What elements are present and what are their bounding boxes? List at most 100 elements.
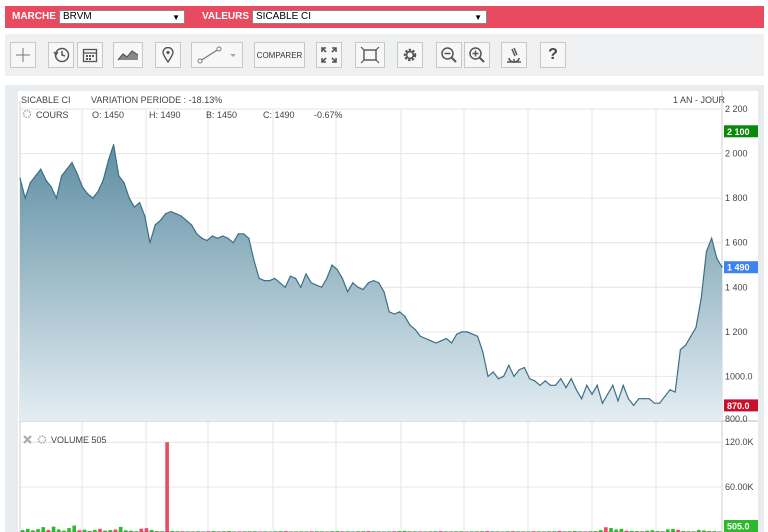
price-point — [409, 324, 411, 326]
price-point — [555, 384, 557, 386]
price-point — [513, 375, 515, 378]
price-point — [544, 380, 546, 382]
high-value: H: 1490 — [149, 110, 181, 120]
calendar-button[interactable] — [77, 42, 103, 68]
price-point — [295, 277, 297, 279]
chart-svg[interactable]: 2 200 2 000 1 800 1 600 1 400 1 200 1000.0 800.… — [18, 91, 758, 532]
frame-icon — [360, 46, 380, 64]
y-tick-label: 2 000 — [725, 149, 748, 159]
price-point — [243, 233, 245, 235]
price-point — [170, 210, 172, 213]
price-point — [118, 175, 120, 177]
price-point — [586, 384, 588, 386]
volume-bar — [41, 527, 46, 532]
price-point — [40, 168, 42, 170]
price-point — [66, 168, 68, 170]
price-point — [497, 378, 499, 380]
price-point — [456, 333, 458, 335]
price-point — [269, 280, 271, 282]
clock-icon — [53, 47, 70, 63]
price-point — [45, 179, 47, 181]
volume-bar — [144, 528, 149, 532]
price-point — [201, 237, 203, 239]
price-point — [419, 335, 421, 337]
price-point — [622, 384, 624, 386]
price-point — [503, 375, 505, 378]
price-point — [315, 284, 317, 286]
price-point — [633, 404, 635, 406]
price-point — [97, 190, 99, 193]
settings-icon[interactable] — [22, 109, 32, 119]
price-point — [326, 277, 328, 279]
chart-type-button[interactable] — [113, 42, 143, 68]
price-point — [253, 259, 255, 262]
calendar-icon — [82, 48, 98, 63]
market-select[interactable]: BRVM ▼ — [59, 10, 185, 24]
volume-bar — [51, 526, 56, 532]
price-point — [61, 175, 63, 177]
fullscreen-button[interactable] — [316, 42, 342, 68]
price-point — [445, 337, 447, 340]
price-point — [581, 398, 583, 400]
price-point — [664, 395, 666, 398]
price-point — [539, 384, 541, 386]
help-button[interactable]: ? — [540, 42, 566, 68]
price-point — [627, 398, 630, 400]
price-point — [711, 237, 713, 239]
compare-button[interactable]: COMPARER — [254, 42, 305, 68]
y-tick-label: 2 200 — [725, 104, 748, 114]
y-tick-label: 1 800 — [725, 193, 748, 203]
price-point — [596, 384, 598, 386]
volume-bar — [604, 527, 608, 532]
price-point — [690, 335, 692, 337]
price-point — [258, 277, 260, 279]
analysis-button[interactable] — [501, 42, 527, 68]
price-point — [383, 291, 385, 293]
price-point — [487, 375, 489, 378]
price-point — [700, 297, 702, 300]
price-point — [222, 235, 224, 237]
history-button[interactable] — [48, 42, 74, 68]
price-point — [679, 349, 682, 351]
price-point — [352, 282, 354, 284]
price-point — [274, 277, 276, 279]
zoom-in-button[interactable] — [464, 42, 490, 68]
min-price-label: 870.0 — [727, 401, 750, 411]
settings-button[interactable] — [397, 42, 423, 68]
price-point — [144, 215, 146, 217]
chart-area: 2 200 2 000 1 800 1 600 1 400 1 200 1000.0 800.… — [18, 91, 758, 532]
price-point — [591, 393, 593, 395]
price-point — [185, 219, 187, 222]
price-point — [612, 384, 614, 386]
price-point — [232, 242, 234, 244]
price-point — [508, 364, 510, 366]
marker-button[interactable] — [155, 42, 181, 68]
price-point — [76, 173, 78, 175]
price-point — [175, 213, 177, 215]
map-pin-icon — [162, 47, 174, 63]
values-label: VALEURS — [202, 11, 250, 22]
microscope-icon — [507, 47, 521, 63]
period-label[interactable]: 1 AN - JOUR — [673, 95, 726, 105]
price-point — [523, 366, 525, 369]
price-point — [284, 286, 286, 288]
price-point — [123, 181, 125, 184]
volume-bar — [67, 528, 71, 532]
volume-tick-label: 120.0K — [725, 437, 754, 447]
crosshair-button[interactable] — [10, 42, 36, 68]
price-point — [321, 286, 323, 288]
price-point — [341, 277, 343, 279]
compare-label: COMPARER — [256, 50, 303, 60]
zoom-out-button[interactable] — [436, 42, 462, 68]
price-point — [71, 161, 73, 164]
variation-label: VARIATION PERIODE : -18.13% — [91, 95, 222, 105]
price-point — [191, 224, 193, 226]
drawing-tool-button[interactable] — [191, 42, 243, 68]
price-point — [669, 389, 671, 391]
price-point — [237, 233, 239, 235]
price-point — [128, 197, 130, 199]
fit-screen-button[interactable] — [355, 42, 385, 68]
price-point — [414, 329, 416, 331]
values-select[interactable]: SICABLE CI ▼ — [252, 10, 487, 24]
price-point — [466, 331, 468, 333]
